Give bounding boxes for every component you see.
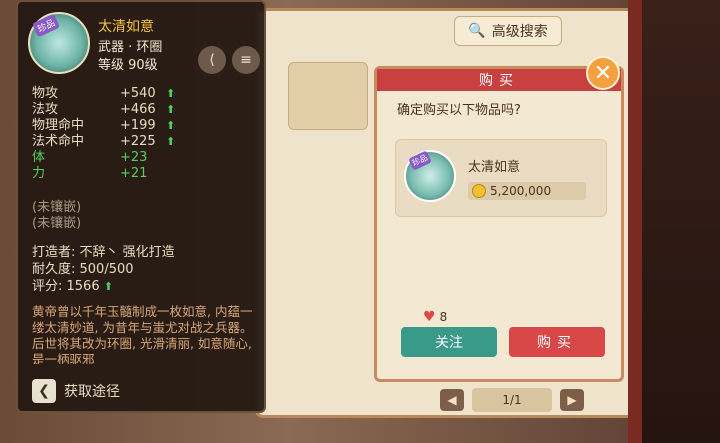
page-indicator: 1/1 <box>472 388 552 412</box>
price-value: 5,200,000 <box>490 184 552 198</box>
dialog-item-card: 珍品 太清如意 5,200,000 <box>395 139 607 217</box>
chevron-left-icon: ❮ <box>32 379 56 403</box>
pager: ◀ 1/1 ▶ <box>440 388 584 412</box>
follow-button[interactable]: 关注 <box>401 327 497 357</box>
heart-icon: ♥ <box>423 309 436 325</box>
item-type: 武器 · 环圈 <box>98 40 163 55</box>
item-meta: 打造者: 不辞丶 强化打造 耐久度: 500/500 评分: 1566 ⬆ <box>32 244 175 295</box>
dialog-item-icon: 珍品 <box>404 150 456 202</box>
up-arrow-icon: ⬆ <box>166 103 176 116</box>
likes-count: ♥ 8 <box>423 309 448 325</box>
next-page-button[interactable]: ▶ <box>560 389 584 411</box>
close-icon: ✕ <box>593 60 613 86</box>
right-scenery <box>635 0 720 443</box>
stat-row: 物理命中 +199 ⬆ <box>32 118 176 133</box>
buy-button[interactable]: 购买 <box>509 327 605 357</box>
maker-line: 打造者: 不辞丶 强化打造 <box>32 245 175 260</box>
dialog-question: 确定购买以下物品吗? <box>397 103 521 118</box>
source-link[interactable]: ❮ 获取途径 <box>32 379 120 403</box>
up-arrow-icon: ⬆ <box>166 87 176 100</box>
market-item-slot[interactable] <box>288 62 368 130</box>
stat-row: 法攻 +466 ⬆ <box>32 102 176 117</box>
bonus-row: 力 +21 <box>32 166 148 181</box>
stat-list: 物攻 +540 ⬆ 法攻 +466 ⬆ 物理命中 +199 ⬆ 法术命中 +22… <box>32 86 192 182</box>
source-label: 获取途径 <box>64 384 120 400</box>
item-level: 等级 90级 <box>98 58 158 73</box>
gem-slot: (未镶嵌) <box>32 216 82 231</box>
close-button[interactable]: ✕ <box>586 56 620 90</box>
share-button[interactable]: ⟨ <box>198 46 226 74</box>
share-icon: ⟨ <box>209 52 215 68</box>
stat-row: 物攻 +540 ⬆ <box>32 86 176 101</box>
gem-slot: (未镶嵌) <box>32 200 82 215</box>
rare-badge: 珍品 <box>31 13 61 38</box>
rare-badge: 珍品 <box>408 150 432 171</box>
item-tooltip: 珍品 太清如意 武器 · 环圈 等级 90级 ⟨ ≡ 物攻 +540 ⬆ 法攻 … <box>16 0 266 413</box>
search-icon: 🔍 <box>468 23 486 39</box>
item-icon: 珍品 <box>28 12 90 74</box>
price-field: 5,200,000 <box>468 182 586 200</box>
buy-dialog: 购买 确定购买以下物品吗? 珍品 太清如意 5,200,000 ♥ 8 关注 购… <box>374 66 624 382</box>
gem-slots: (未镶嵌) (未镶嵌) <box>32 200 81 232</box>
durability-line: 耐久度: 500/500 <box>32 262 134 277</box>
search-label: 高级搜索 <box>491 24 548 40</box>
up-arrow-icon: ⬆ <box>166 119 176 132</box>
up-arrow-icon: ⬆ <box>166 135 176 148</box>
pillar-decor <box>628 0 642 443</box>
prev-page-button[interactable]: ◀ <box>440 389 464 411</box>
detail-button[interactable]: ≡ <box>232 46 260 74</box>
item-description: 黄帝曾以千年玉髓制成一枚如意, 内蕴一缕太清妙道, 为昔年与蚩尤对战之兵器。后世… <box>32 304 253 364</box>
dialog-title: 购买 <box>377 69 621 91</box>
coin-icon <box>472 184 486 198</box>
score-line: 评分: 1566 ⬆ <box>32 279 113 294</box>
up-arrow-icon: ⬆ <box>103 280 113 293</box>
bonus-row: 体 +23 <box>32 150 148 165</box>
advanced-search-button[interactable]: 🔍 高级搜索 <box>454 16 562 46</box>
list-icon: ≡ <box>240 52 252 68</box>
stat-row: 法术命中 +225 ⬆ <box>32 134 176 149</box>
dialog-item-name: 太清如意 <box>468 160 521 175</box>
item-name: 太清如意 <box>98 19 154 35</box>
